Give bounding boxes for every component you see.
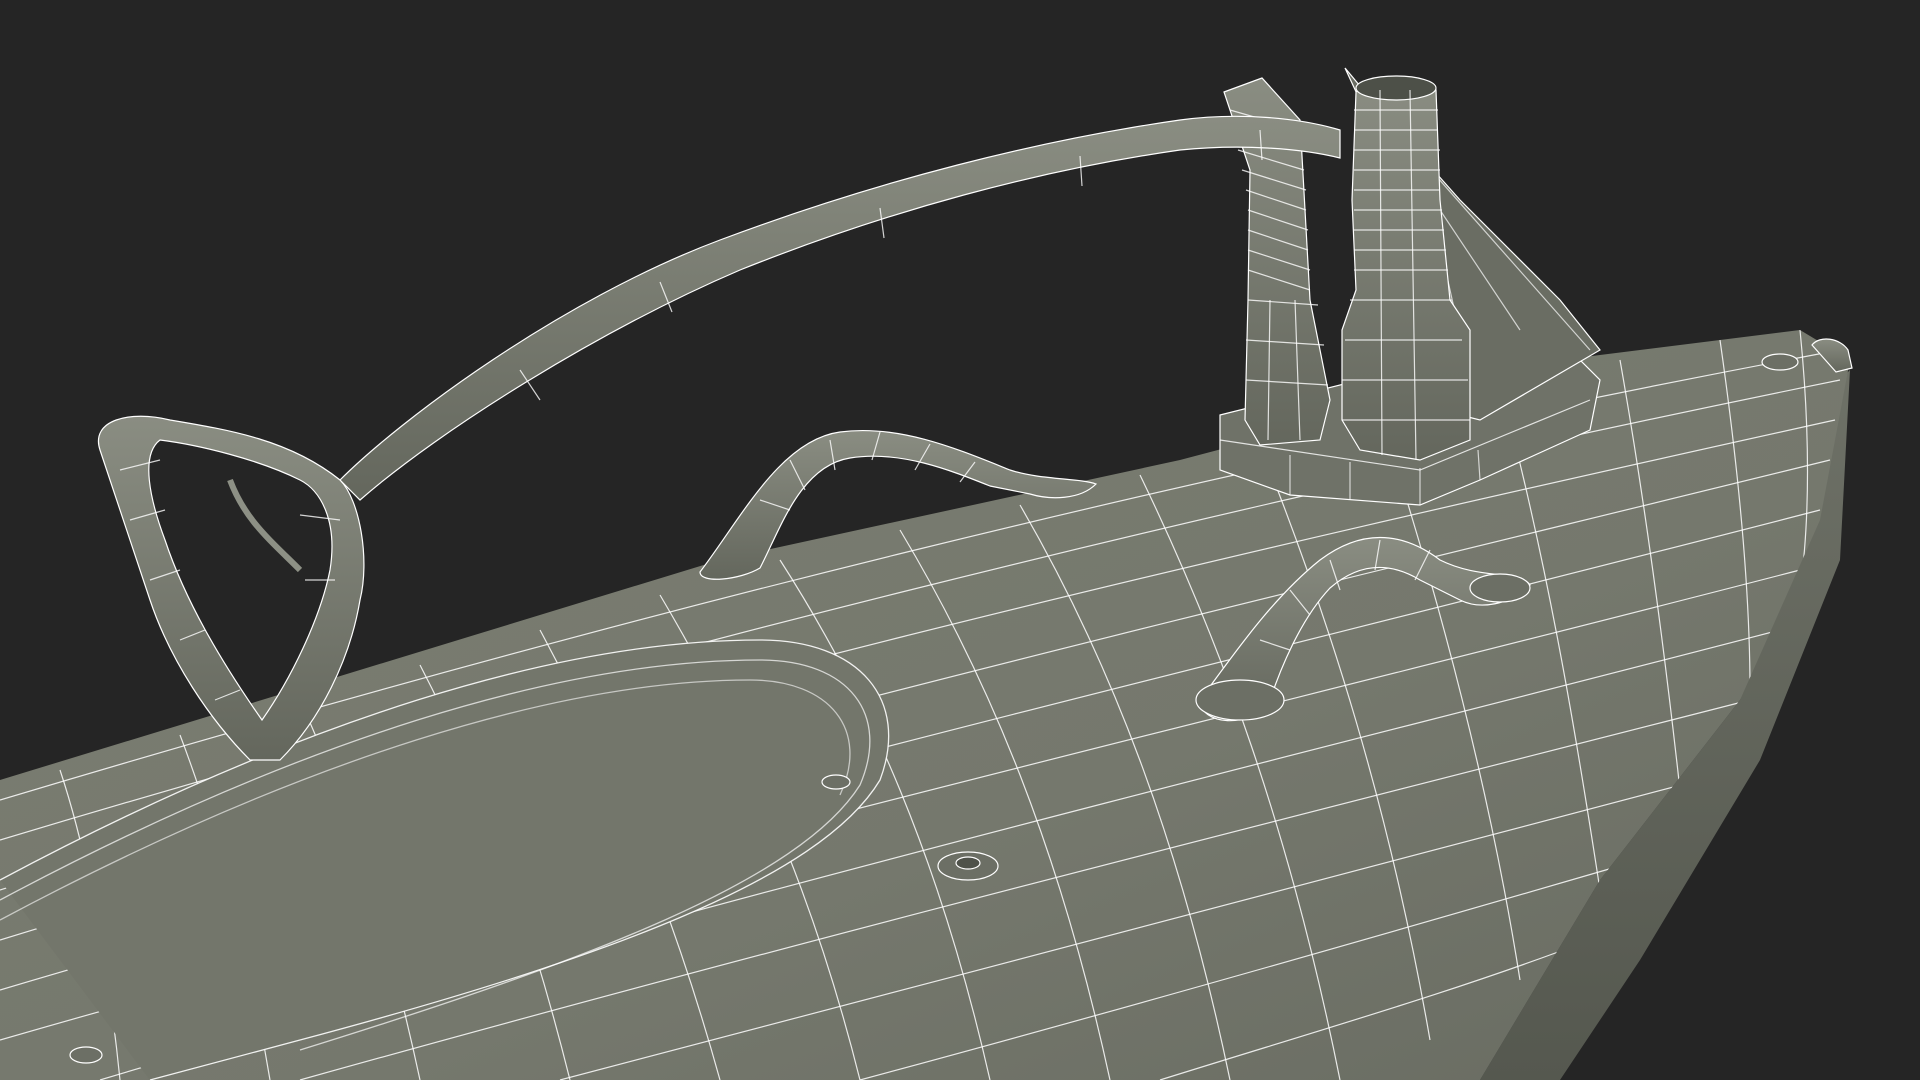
render-viewport [0, 0, 1920, 1080]
wireframe-render [0, 67, 1853, 1080]
